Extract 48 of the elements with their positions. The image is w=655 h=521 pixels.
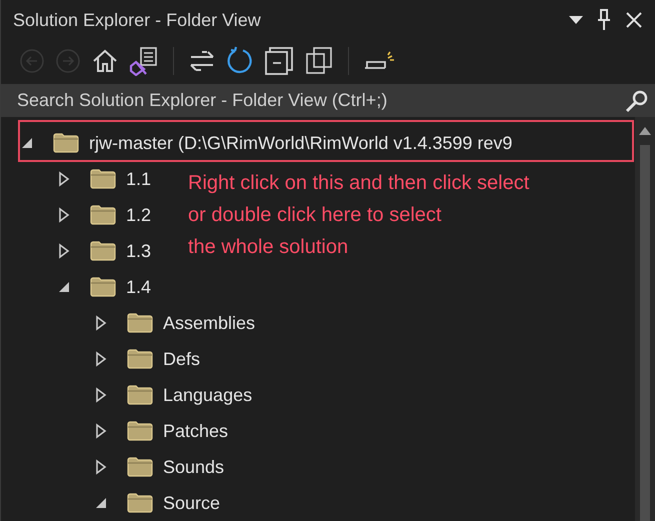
collapsed-arrow-icon[interactable] bbox=[95, 459, 107, 475]
tree-item-label[interactable]: rjw-master (D:\G\RimWorld\RimWorld v1.4.3599 rev9 bbox=[89, 130, 512, 156]
folder-icon bbox=[90, 169, 116, 189]
sync-icon[interactable] bbox=[188, 49, 216, 74]
folder-icon bbox=[127, 457, 153, 477]
tree-item-label[interactable]: Patches bbox=[163, 418, 228, 444]
collapsed-arrow-icon[interactable] bbox=[58, 207, 70, 223]
scroll-up-icon[interactable] bbox=[639, 127, 651, 135]
search-field[interactable]: Search Solution Explorer - Folder View (Ctrl+;) bbox=[17, 87, 625, 114]
folder-icon bbox=[90, 241, 116, 261]
pin-icon[interactable] bbox=[597, 9, 611, 32]
folder-icon bbox=[90, 277, 116, 297]
expanded-arrow-icon[interactable] bbox=[95, 497, 107, 509]
collapsed-arrow-icon[interactable] bbox=[95, 387, 107, 403]
tree-item-label[interactable]: 1.2 bbox=[126, 202, 152, 228]
tree-item-label[interactable]: 1.1 bbox=[126, 166, 152, 192]
tree-item-label[interactable]: 1.3 bbox=[126, 238, 152, 264]
collapsed-arrow-icon[interactable] bbox=[95, 423, 107, 439]
folder-icon bbox=[53, 133, 79, 153]
folder-icon bbox=[127, 313, 153, 333]
tree-item-label[interactable]: Defs bbox=[163, 346, 200, 372]
expanded-arrow-icon[interactable] bbox=[58, 281, 70, 293]
scrollbar-thumb[interactable] bbox=[640, 145, 650, 521]
collapsed-arrow-icon[interactable] bbox=[58, 171, 70, 187]
folder-icon bbox=[127, 349, 153, 369]
collapsed-arrow-icon[interactable] bbox=[95, 351, 107, 367]
folder-icon bbox=[127, 493, 153, 513]
search-icon[interactable] bbox=[625, 88, 649, 113]
dropdown-icon[interactable] bbox=[569, 15, 583, 26]
collapsed-arrow-icon[interactable] bbox=[95, 315, 107, 331]
folder-icon bbox=[90, 205, 116, 225]
scrollbar[interactable] bbox=[635, 117, 655, 521]
switch-views-icon[interactable] bbox=[129, 46, 159, 76]
collapse-all-icon[interactable] bbox=[264, 46, 294, 76]
panel-title: Solution Explorer - Folder View bbox=[13, 8, 262, 32]
expanded-arrow-icon[interactable] bbox=[21, 137, 33, 149]
tree-item-label[interactable]: Source bbox=[163, 490, 220, 516]
tree-item-label[interactable]: Sounds bbox=[163, 454, 224, 480]
collapsed-arrow-icon[interactable] bbox=[58, 243, 70, 259]
show-all-icon[interactable] bbox=[304, 46, 334, 76]
close-icon[interactable] bbox=[625, 11, 643, 30]
folder-icon bbox=[127, 421, 153, 441]
annotation-text: Right click on this and then click select or double click here to select the whole solution bbox=[188, 171, 530, 260]
search-box[interactable]: Search Solution Explorer - Folder View (Ctrl+;) bbox=[1, 84, 655, 117]
folder-icon bbox=[127, 385, 153, 405]
tree-item-label[interactable]: 1.4 bbox=[126, 274, 152, 300]
tree-item-label[interactable]: Assemblies bbox=[163, 310, 256, 336]
tree-item-label[interactable]: Languages bbox=[163, 382, 252, 408]
